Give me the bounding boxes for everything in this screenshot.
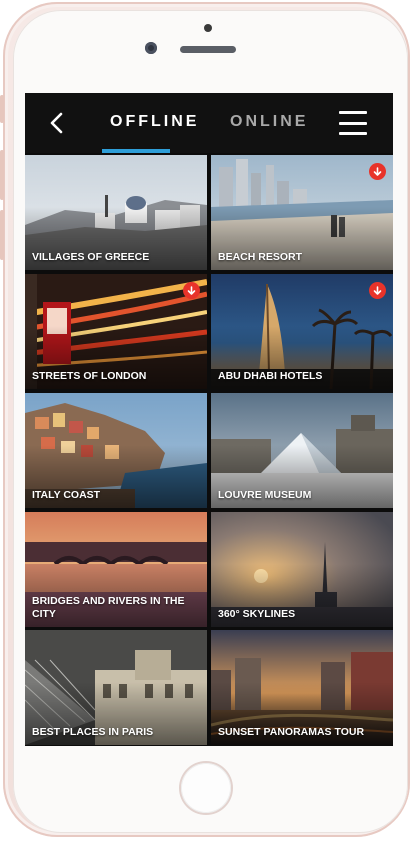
tile-label: STREETS OF LONDON (32, 370, 147, 382)
tile-label: ITALY COAST (32, 489, 101, 501)
app-screen: OFFLINE ONLINE VILLAGES OF GREECE BEACH … (25, 93, 393, 746)
tile-label: 360° SKYLINES (218, 608, 296, 620)
tab-online[interactable]: ONLINE (230, 113, 308, 131)
volume-up-button (0, 150, 4, 200)
download-arrow-icon (187, 285, 196, 295)
download-arrow-icon (373, 166, 382, 176)
tile-label: SUNSET PANORAMAS TOUR (218, 726, 365, 738)
tile-best-places-in-paris[interactable]: BEST PLACES IN PARIS (25, 630, 207, 745)
tile-beach-resort[interactable]: BEACH RESORT (211, 155, 393, 270)
mute-switch (0, 95, 4, 123)
download-button[interactable] (369, 163, 386, 180)
tile-bridges-and-rivers[interactable]: BRIDGES AND RIVERS IN THE CITY (25, 512, 207, 627)
top-bar: OFFLINE ONLINE (25, 93, 393, 153)
home-button[interactable] (181, 763, 231, 813)
tile-label: BRIDGES AND RIVERS IN THE CITY (32, 595, 185, 620)
menu-button[interactable] (339, 111, 367, 135)
tile-label: VILLAGES OF GREECE (32, 251, 150, 263)
tile-villages-of-greece[interactable]: VILLAGES OF GREECE (25, 155, 207, 270)
earpiece-speaker (180, 46, 236, 53)
tab-offline[interactable]: OFFLINE (110, 113, 199, 131)
tile-label: BEACH RESORT (218, 251, 303, 263)
tile-louvre-museum[interactable]: LOUVRE MUSEUM (211, 393, 393, 508)
tile-streets-of-london[interactable]: STREETS OF LONDON (25, 274, 207, 389)
tile-label: BEST PLACES IN PARIS (32, 726, 154, 738)
tile-label: ABU DHABI HOTELS (218, 370, 323, 382)
tile-label: LOUVRE MUSEUM (218, 489, 312, 501)
back-button[interactable] (43, 109, 71, 137)
hamburger-icon (339, 111, 367, 114)
tile-abu-dhabi-hotels[interactable]: ABU DHABI HOTELS (211, 274, 393, 389)
tile-italy-coast[interactable]: ITALY COAST (25, 393, 207, 508)
download-button[interactable] (183, 282, 200, 299)
download-button[interactable] (369, 282, 386, 299)
active-tab-indicator (102, 149, 170, 153)
tile-sunset-panoramas-tour[interactable]: SUNSET PANORAMAS TOUR (211, 630, 393, 745)
chevron-left-icon (50, 112, 63, 134)
download-arrow-icon (373, 285, 382, 295)
tile-360-skylines[interactable]: 360° SKYLINES (211, 512, 393, 627)
volume-down-button (0, 210, 4, 260)
front-camera (145, 42, 157, 54)
proximity-sensor (204, 24, 212, 32)
